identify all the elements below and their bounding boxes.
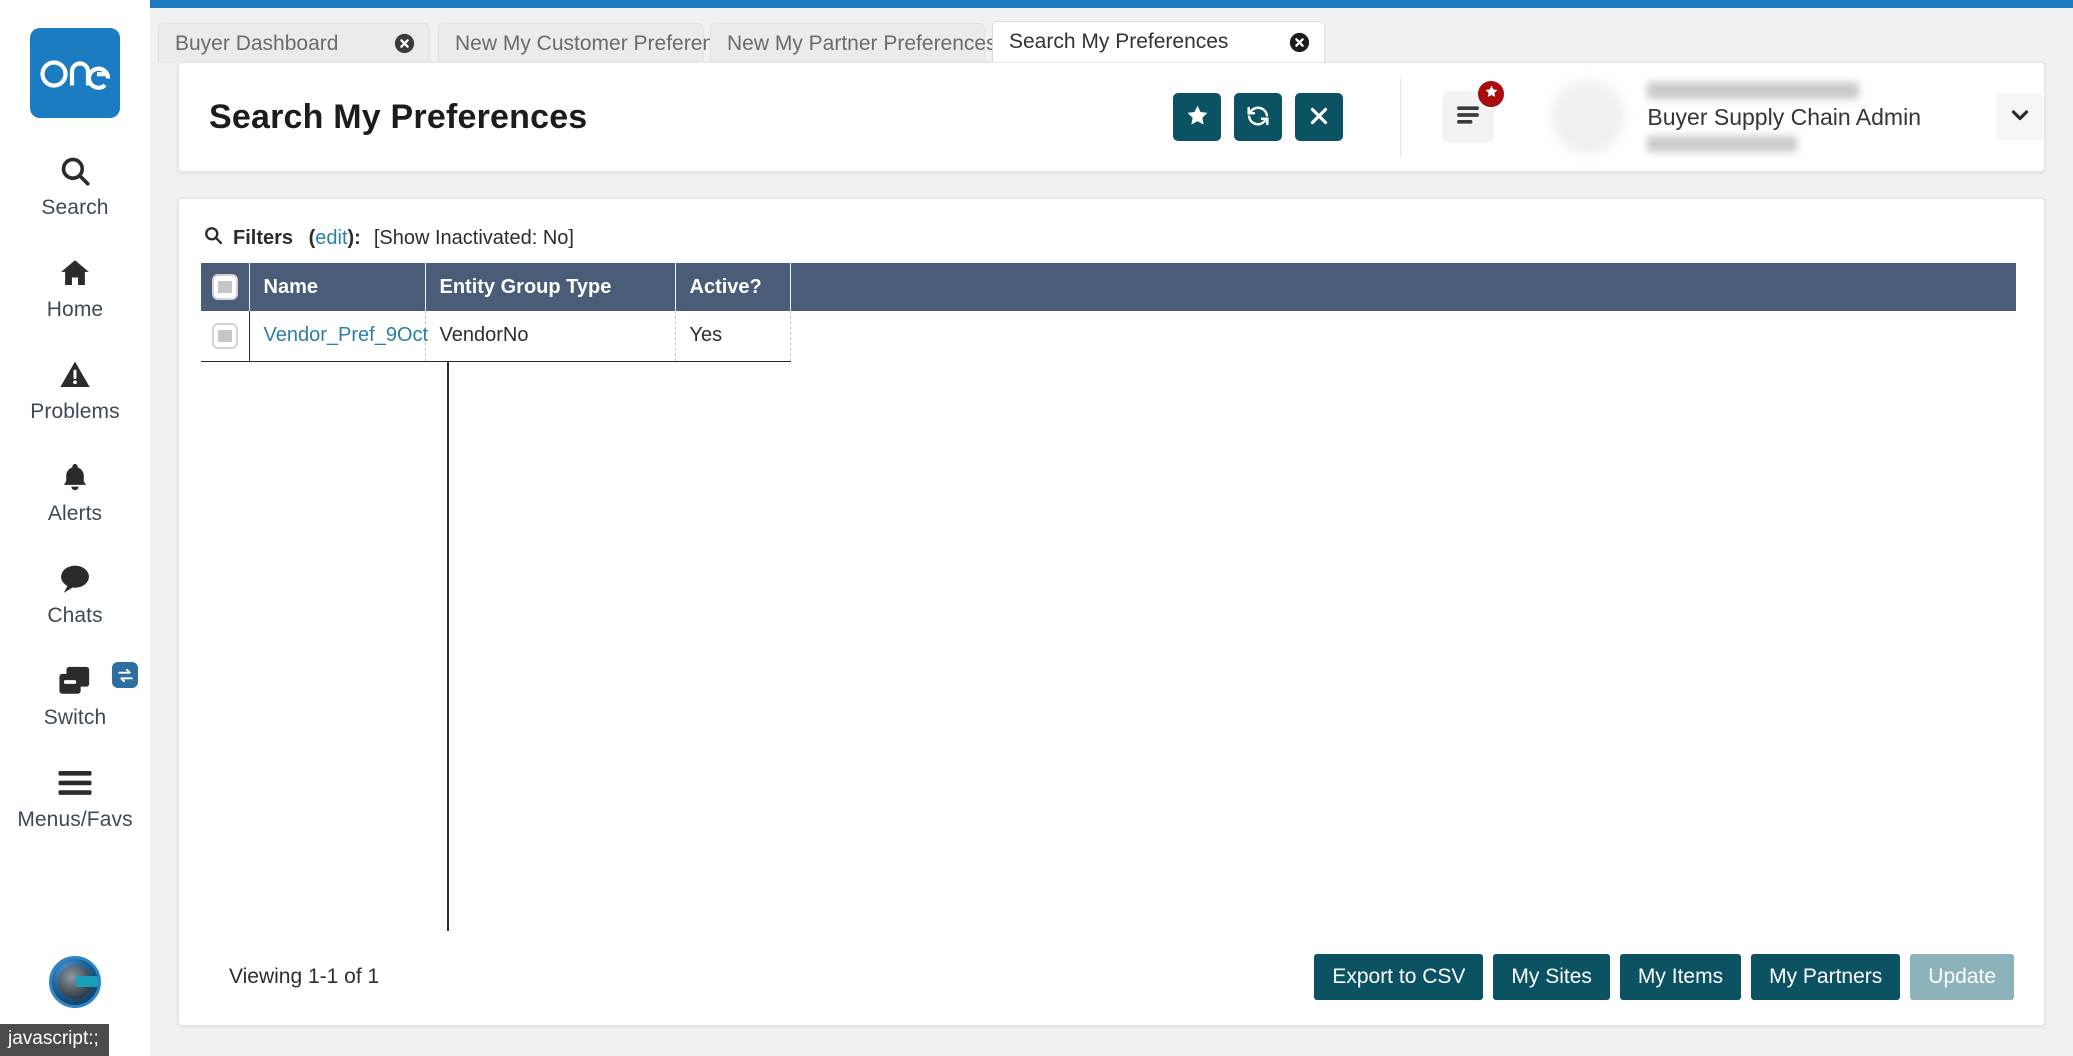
search-icon [58, 150, 92, 192]
sidebar-item-home[interactable]: Home [0, 252, 150, 322]
refresh-button[interactable] [1234, 93, 1283, 141]
header-action-buttons: Buyer Supply Chain Admin [1173, 74, 2044, 160]
sidebar-item-problems[interactable]: Problems [0, 354, 150, 424]
results-grid-wrapper: Name Entity Group Type Active? Vendor_Pr… [179, 263, 2044, 931]
sidebar-item-label: Switch [43, 706, 107, 729]
table-header-row: Name Entity Group Type Active? [201, 263, 2016, 311]
tab-search-my-preferences[interactable]: Search My Preferences [992, 21, 1325, 65]
viewing-count: Viewing 1-1 of 1 [229, 965, 380, 988]
filters-colon: : [354, 226, 361, 249]
status-bar-link-tooltip: javascript:; [0, 1024, 109, 1056]
grid-frozen-column-divider [447, 361, 449, 931]
results-card: Filters ( edit ) : [Show Inactivated: No… [178, 198, 2045, 1026]
application-window: Search Home Problems Alerts Chats Switch… [0, 0, 2073, 1056]
table-head: Name Entity Group Type Active? [201, 263, 2016, 311]
home-icon [57, 252, 93, 294]
filters-edit-link[interactable]: edit [315, 227, 347, 250]
sidebar-item-alerts[interactable]: Alerts [0, 456, 150, 526]
robot-avatar-icon[interactable] [49, 956, 101, 1008]
list-lines-icon [1455, 104, 1481, 131]
swap-arrows-icon[interactable] [112, 662, 138, 688]
windows-stack-icon [56, 660, 94, 702]
row-select-cell[interactable] [201, 311, 250, 362]
close-button[interactable] [1295, 93, 1344, 141]
row-checkbox[interactable] [211, 322, 238, 349]
filters-paren-close: ) [347, 226, 355, 249]
sidebar-item-label: Menus/Favs [17, 808, 133, 831]
export-to-csv-button[interactable]: Export to CSV [1314, 954, 1484, 1000]
column-header-entity-group-type[interactable]: Entity Group Type [425, 263, 676, 311]
column-header-spacer [790, 263, 2016, 311]
tab-bar: Buyer Dashboard New My Customer Preferen… [150, 8, 2073, 65]
profile-dropdown-toggle[interactable] [1996, 93, 2044, 141]
one-network-logo[interactable] [30, 28, 120, 118]
user-profile[interactable]: Buyer Supply Chain Admin [1551, 74, 1921, 160]
sidebar-item-label: Alerts [47, 502, 103, 525]
cell-name: Vendor_Pref_9Oct [249, 311, 428, 362]
tab-label: New My Customer Preferences [455, 31, 747, 55]
profile-text-block: Buyer Supply Chain Admin [1647, 74, 1921, 160]
sidebar-item-label: Chats [47, 604, 103, 627]
preference-name-link[interactable]: Vendor_Pref_9Oct [264, 324, 429, 346]
profile-role: Buyer Supply Chain Admin [1647, 104, 1921, 130]
sidebar-item-label: Home [46, 298, 104, 321]
x-icon [1307, 104, 1331, 131]
header-divider [1400, 78, 1402, 156]
cell-spacer [790, 311, 2016, 361]
filters-label: Filters [233, 226, 294, 249]
favorites-badge [1476, 79, 1507, 109]
hamburger-icon [57, 762, 93, 804]
filters-bar: Filters ( edit ) : [Show Inactivated: No… [179, 199, 2044, 263]
filters-paren-open: ( [303, 226, 316, 249]
page-header-card: Search My Preferences Buyer Supply Chain… [178, 62, 2045, 172]
close-circle-icon[interactable] [1288, 31, 1310, 53]
sidebar-item-chats[interactable]: Chats [0, 558, 150, 628]
star-icon [1185, 103, 1210, 131]
refresh-icon [1245, 103, 1271, 132]
chevron-down-icon [2008, 103, 2032, 132]
tab-label: Buyer Dashboard [175, 31, 339, 55]
update-button: Update [1910, 954, 2014, 1000]
sidebar-item-label: Problems [30, 400, 120, 423]
avatar [1551, 80, 1626, 154]
tab-label: New My Partner Preferences [727, 31, 997, 55]
favorite-button[interactable] [1173, 93, 1222, 141]
my-items-button[interactable]: My Items [1619, 954, 1742, 1000]
sidebar-item-label: Search [41, 196, 109, 219]
select-all-checkbox[interactable] [211, 274, 238, 300]
table-body: Vendor_Pref_9Oct VendorNo Yes [201, 311, 2016, 362]
select-all-header[interactable] [201, 263, 250, 311]
sidebar-item-search[interactable]: Search [0, 150, 150, 220]
close-circle-icon[interactable] [393, 33, 415, 55]
sidebar-item-menus-favs[interactable]: Menus/Favs [0, 762, 150, 832]
footer-action-buttons: Export to CSV My Sites My Items My Partn… [1314, 954, 2014, 1000]
chat-bubble-icon [56, 558, 94, 600]
column-header-active[interactable]: Active? [675, 263, 791, 311]
filters-state-text: [Show Inactivated: No] [373, 226, 574, 249]
profile-org-redacted [1647, 136, 1798, 152]
tab-buyer-dashboard[interactable]: Buyer Dashboard [158, 23, 430, 63]
cell-active: Yes [675, 311, 791, 362]
profile-name-redacted [1647, 82, 1860, 99]
bell-icon [59, 456, 91, 498]
top-accent-strip [150, 0, 2073, 8]
sidebar-item-switch[interactable]: Switch [0, 660, 150, 730]
search-icon [203, 225, 223, 251]
star-icon [1484, 84, 1499, 104]
menus-favorites-button[interactable] [1442, 79, 1507, 143]
results-footer: Viewing 1-1 of 1 Export to CSV My Sites … [179, 929, 2044, 1025]
left-navigation-rail: Search Home Problems Alerts Chats Switch… [0, 0, 150, 1056]
column-header-name[interactable]: Name [249, 263, 426, 311]
warning-triangle-icon [57, 354, 93, 396]
my-sites-button[interactable]: My Sites [1493, 954, 1610, 1000]
table-row[interactable]: Vendor_Pref_9Oct VendorNo Yes [201, 311, 2016, 362]
results-table: Name Entity Group Type Active? Vendor_Pr… [201, 263, 2016, 362]
page-title: Search My Preferences [209, 97, 588, 136]
tab-label: Search My Preferences [1009, 30, 1229, 53]
my-partners-button[interactable]: My Partners [1751, 954, 1901, 1000]
tab-new-my-partner-preferences[interactable]: New My Partner Preferences [710, 23, 1031, 63]
cell-entity-group-type: VendorNo [425, 311, 676, 362]
tab-new-my-customer-preferences[interactable]: New My Customer Preferences [438, 23, 781, 63]
